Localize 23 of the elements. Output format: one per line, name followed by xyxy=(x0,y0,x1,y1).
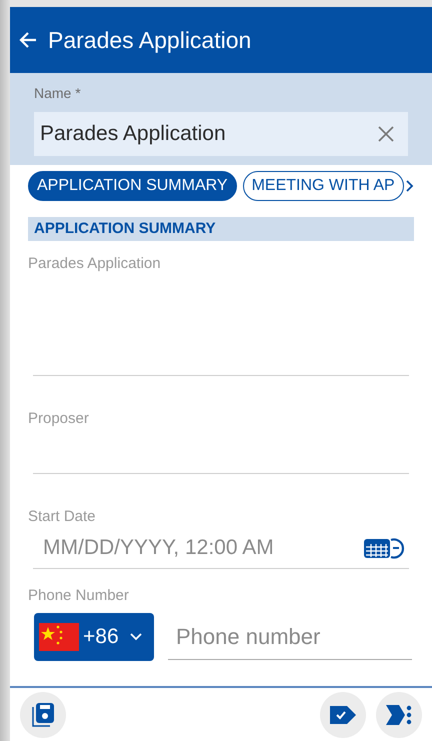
chevron-down-icon xyxy=(128,632,143,642)
submit-button[interactable] xyxy=(320,692,366,738)
arrow-menu-icon xyxy=(385,704,413,726)
name-label: Name * xyxy=(34,84,82,103)
field-label: Phone Number xyxy=(28,586,130,606)
country-code-picker[interactable]: +86 xyxy=(34,613,154,661)
section-header: APPLICATION SUMMARY xyxy=(28,217,414,241)
back-arrow-icon[interactable] xyxy=(18,31,38,49)
save-icon xyxy=(31,702,55,728)
more-actions-button[interactable] xyxy=(376,692,422,738)
page-title: Parades Application xyxy=(48,26,252,55)
name-field[interactable]: Parades Application xyxy=(34,112,408,156)
chevron-right-icon[interactable] xyxy=(406,180,414,192)
tab[interactable]: MEETING WITH AP xyxy=(242,171,404,201)
field-label: Proposer xyxy=(28,408,90,428)
field-label: Parades Application xyxy=(28,254,162,274)
save-button[interactable] xyxy=(20,692,66,738)
flag-icon xyxy=(39,623,79,651)
tab[interactable]: APPLICATION SUMMARY xyxy=(28,171,237,201)
tag-check-icon xyxy=(329,704,357,724)
field-label: Start Date xyxy=(28,507,97,527)
clear-icon[interactable] xyxy=(378,126,394,142)
calendar-clock-icon[interactable] xyxy=(363,536,407,560)
